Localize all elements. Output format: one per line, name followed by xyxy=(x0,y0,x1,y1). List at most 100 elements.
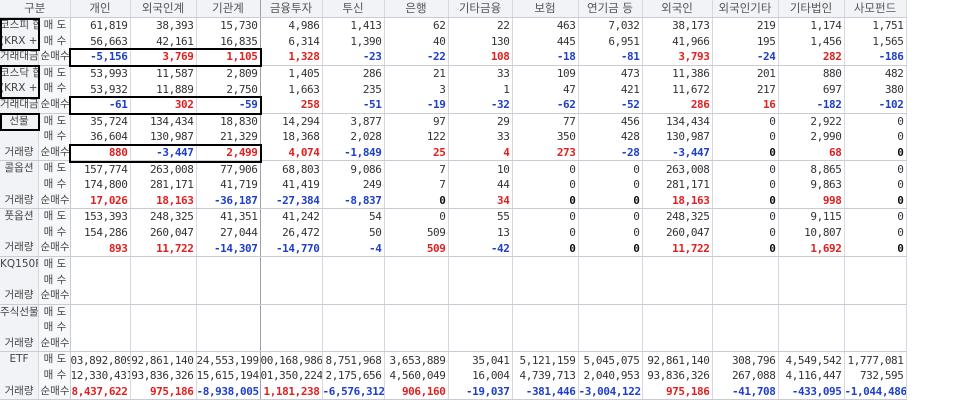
row-category-label xyxy=(0,320,38,336)
table-row[interactable]: (KRX + NXT)매 수56,66342,16116,8356,3141,3… xyxy=(0,33,907,50)
cell-value: 15,615,194 xyxy=(196,368,261,384)
row-category-label: 코스닥 합산 xyxy=(0,66,38,79)
cell-value: -19,037 xyxy=(448,383,513,401)
cell-value: 134,434 xyxy=(130,113,197,130)
cell-value: 0 xyxy=(844,176,907,193)
cell-value: -22 xyxy=(384,49,449,66)
row-type-label: 순매수 xyxy=(38,383,69,399)
table-row[interactable]: 거래량 순매수 880 -3,447 2,499 4,074 -1,849 25 4 273 -28… xyxy=(0,144,907,162)
cell-value: 41,419 xyxy=(260,176,323,193)
table-row[interactable]: 매 수 154,286 260,047 27,044 26,472 50 509 13 0 0 26… xyxy=(0,224,907,241)
cell-value xyxy=(260,272,323,289)
cell-value xyxy=(578,288,643,305)
cell-value xyxy=(70,256,131,273)
row-type-label: 매 수 xyxy=(38,129,69,145)
row-category-label: 주식선물 xyxy=(0,305,38,318)
cell-value: 62 xyxy=(384,17,449,34)
table-row[interactable]: (KRX + NXT)매 수53,93211,8892,7501,6632353… xyxy=(0,81,907,97)
cell-value: 01,350,224 xyxy=(260,368,323,384)
table-row[interactable]: 코스닥 합산매 도53,99311,5872,8091,405286213310… xyxy=(0,65,907,82)
table-row[interactable]: 매 수 174,800 281,171 41,719 41,419 249 7 44 0 0 281… xyxy=(0,176,907,193)
cell-value xyxy=(778,304,845,321)
table-row[interactable]: 풋옵션 매 도 153,393 248,325 41,351 41,242 54 0 55 0 0 2… xyxy=(0,208,907,225)
table-row[interactable]: 콜옵션 매 도 157,774 263,008 77,906 68,803 9,086 7 10… xyxy=(0,160,907,177)
table-row[interactable]: 거래량 순매수 xyxy=(0,335,907,353)
cell-value: 0 xyxy=(712,144,779,162)
table-row[interactable]: 거래량 순매수 893 11,722 -14,307 -14,770 -4 509 -42 0 0 1… xyxy=(0,240,907,257)
cell-value: 24,553,199 xyxy=(196,351,261,369)
cell-value: 509 xyxy=(384,224,449,241)
column-header[interactable]: 외국인기타 xyxy=(712,0,779,18)
cell-value: 3,793 xyxy=(642,49,713,66)
table-row[interactable]: 선물 매 도 35,724 134,434 18,830 14,294 3,877 97 29 7… xyxy=(0,113,907,130)
cell-value xyxy=(578,320,643,336)
column-header[interactable]: 기관계 xyxy=(196,0,261,18)
cell-value: 97 xyxy=(384,113,449,130)
table-row[interactable]: ETF 매 도 03,892,809 92,861,140 24,553,199 00,1… xyxy=(0,351,907,369)
table-row[interactable]: 거래량 순매수 17,026 18,163 -36,187 -27,384 -8,837 0 3… xyxy=(0,192,907,210)
cell-value xyxy=(844,320,907,336)
column-header[interactable]: 연기금 등 xyxy=(578,0,643,18)
cell-value: 27,044 xyxy=(196,224,261,241)
column-header[interactable]: 외국인계 xyxy=(130,0,197,18)
cell-value xyxy=(260,335,323,353)
table-row[interactable]: 주식선물 매 도 xyxy=(0,304,907,321)
column-header[interactable]: 개인 xyxy=(70,0,131,18)
cell-value: 350 xyxy=(512,129,579,145)
cell-value: 8,751,968 xyxy=(322,351,385,369)
column-header[interactable]: 금융투자 xyxy=(260,0,323,18)
cell-value: 2,499 xyxy=(196,144,261,162)
cell-value: 9,863 xyxy=(778,176,845,193)
cell-value: 22 xyxy=(448,17,513,34)
table-row[interactable]: 매 수 xyxy=(0,320,907,336)
cell-value: 44 xyxy=(448,176,513,193)
cell-value: -8,837 xyxy=(322,192,385,210)
cell-value: 3,769 xyxy=(130,49,197,66)
column-header[interactable]: 기타금융 xyxy=(448,0,513,18)
row-type-label: 매 수 xyxy=(38,368,69,384)
column-header[interactable]: 투신 xyxy=(322,0,385,18)
table-row[interactable]: 거래량 순매수 8,437,622 975,186 -8,938,005 1,181,23… xyxy=(0,383,907,401)
cell-value: -51 xyxy=(322,96,385,114)
cell-value xyxy=(448,288,513,305)
column-header[interactable]: 보험 xyxy=(512,0,579,18)
cell-value: 258 xyxy=(260,96,323,114)
table-row[interactable]: 매 수 36,604 130,987 21,329 18,368 2,028 122 33 35… xyxy=(0,129,907,145)
cell-value: 482 xyxy=(844,65,907,82)
cell-value xyxy=(712,256,779,273)
cell-value: 157,774 xyxy=(70,160,131,177)
cell-value: -18 xyxy=(512,49,579,66)
cell-value: 0 xyxy=(712,224,779,241)
cell-value xyxy=(578,304,643,321)
cell-value: 5,045,075 xyxy=(578,351,643,369)
table-row[interactable]: 거래대금 순매수 -61 302 -59 258 -51 -19 -32 -62 -52 286 16-… xyxy=(0,96,907,114)
cell-value xyxy=(712,335,779,353)
cell-value xyxy=(448,272,513,289)
cell-value: 1,105 xyxy=(196,49,261,66)
row-type-label: 매 수 xyxy=(38,81,69,97)
cell-value xyxy=(448,320,513,336)
cell-value: 0 xyxy=(578,192,643,210)
table-row[interactable]: KQ150F 매 도 xyxy=(0,256,907,273)
table-row[interactable]: 거래대금 순매수 -5,156 3,769 1,105 1,328 -23 -22 108 -18… xyxy=(0,49,907,66)
table-row[interactable]: 매 수 xyxy=(0,272,907,289)
cell-value: 893 xyxy=(70,240,131,257)
row-type-label: 매 도 xyxy=(38,161,69,177)
row-category-label xyxy=(0,177,38,193)
table-row[interactable]: 코스피 합산매 도61,81938,39315,7304,9861,413622… xyxy=(0,17,907,34)
column-header[interactable]: 외국인 xyxy=(642,0,713,18)
column-header[interactable]: 구분 xyxy=(0,0,71,18)
cell-value: 0 xyxy=(512,208,579,225)
table-header-row: 구분 개인 외국인계 기관계 금융투자 투신 은행 기타금융 보험 연기금 등 외국인 외국인기타 기타… xyxy=(0,0,907,18)
column-header[interactable]: 은행 xyxy=(384,0,449,18)
cell-value xyxy=(712,304,779,321)
cell-value xyxy=(196,288,261,305)
cell-value: 7 xyxy=(384,176,449,193)
cell-value: 1,390 xyxy=(322,33,385,50)
column-header[interactable]: 사모펀드 xyxy=(844,0,907,18)
table-row[interactable]: 거래량 순매수 xyxy=(0,288,907,305)
cell-value xyxy=(196,272,261,289)
cell-value: 174,800 xyxy=(70,176,131,193)
table-row[interactable]: 매 수 12,330,431 93,836,326 15,615,194 01,350,… xyxy=(0,368,907,384)
column-header[interactable]: 기타법인 xyxy=(778,0,845,18)
